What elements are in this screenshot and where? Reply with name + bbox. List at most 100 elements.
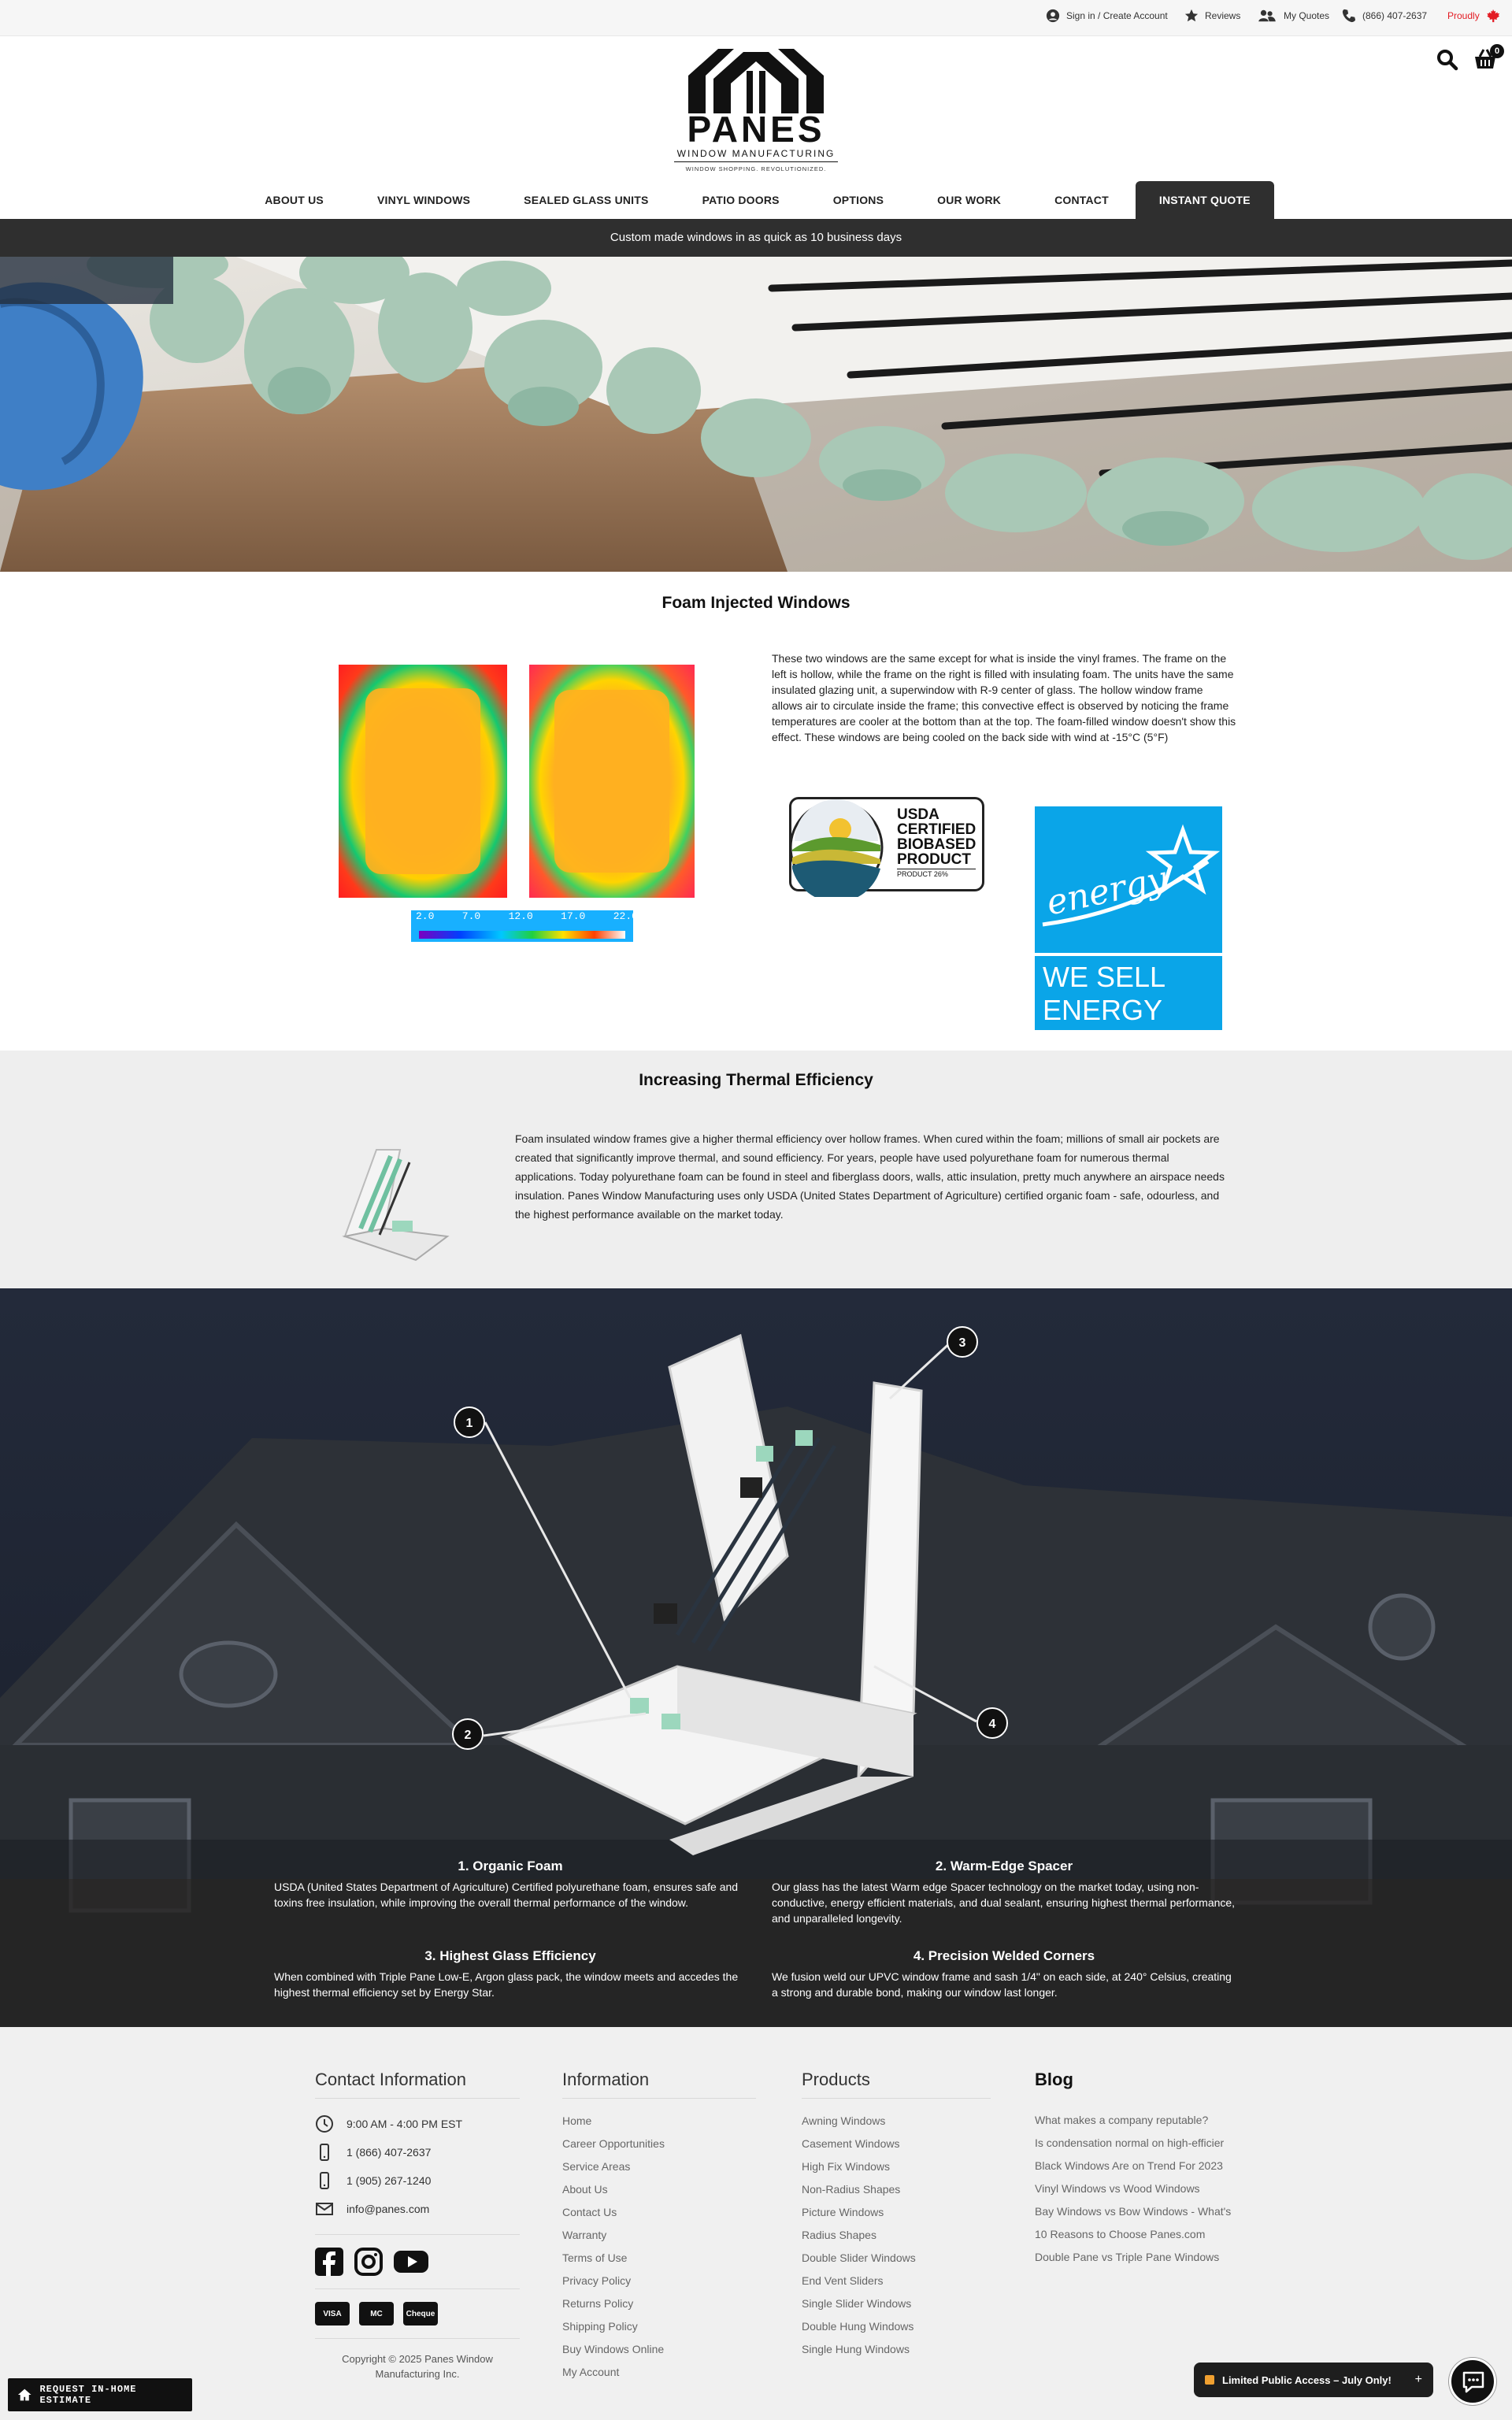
nav-options[interactable]: OPTIONS <box>806 181 910 219</box>
sign-in-link[interactable]: Sign in / Create Account <box>1046 0 1168 32</box>
request-estimate-label: REQUEST IN-HOME ESTIMATE <box>39 2384 137 2406</box>
footer-product-link[interactable]: Casement Windows <box>802 2133 991 2155</box>
feature-text: When combined with Triple Pane Low-E, Ar… <box>274 1970 739 1999</box>
instagram-icon[interactable] <box>354 2248 383 2276</box>
feature-title: 4. Precision Welded Corners <box>913 1948 1095 1963</box>
footer-blog-link[interactable]: 10 Reasons to Choose Panes.com <box>1035 2223 1247 2246</box>
footer-link-buy-online[interactable]: Buy Windows Online <box>562 2338 756 2361</box>
thermal-scale-labels: 2.0 7.0 12.0 17.0 22.0 <box>416 910 638 922</box>
feature-text: We fusion weld our UPVC window frame and… <box>772 1970 1232 1999</box>
feature-text: Our glass has the latest Warm edge Space… <box>772 1881 1236 1925</box>
feature-title: 2. Warm-Edge Spacer <box>935 1859 1073 1873</box>
energy-star-badge: energy WE SELL ENERGY STAR <box>1035 806 1222 1059</box>
footer-blog-link[interactable]: Vinyl Windows vs Wood Windows <box>1035 2177 1247 2200</box>
nav-sealed-glass-units[interactable]: SEALED GLASS UNITS <box>497 181 675 219</box>
callout-1[interactable]: 1 <box>454 1406 485 1438</box>
footer-product-link[interactable]: Radius Shapes <box>802 2224 991 2247</box>
request-estimate-button[interactable]: REQUEST IN-HOME ESTIMATE <box>8 2378 192 2411</box>
footer-product-link[interactable]: Awning Windows <box>802 2110 991 2133</box>
nav-our-work[interactable]: OUR WORK <box>910 181 1028 219</box>
footer-product-link[interactable]: Double Hung Windows <box>802 2315 991 2338</box>
top-utility-bar: Sign in / Create Account Reviews My Quot… <box>0 0 1512 36</box>
footer-link-service-areas[interactable]: Service Areas <box>562 2155 756 2178</box>
mastercard-icon: MC <box>359 2302 394 2325</box>
footer-product-link[interactable]: Double Slider Windows <box>802 2247 991 2270</box>
footer-link-warranty[interactable]: Warranty <box>562 2224 756 2247</box>
home-icon <box>17 2388 32 2401</box>
social-links <box>315 2234 520 2276</box>
footer-link-contact[interactable]: Contact Us <box>562 2201 756 2224</box>
footer-link-privacy[interactable]: Privacy Policy <box>562 2270 756 2292</box>
plus-icon[interactable]: + <box>1415 2373 1422 2387</box>
house-background <box>0 1288 1512 2027</box>
footer-link-my-account[interactable]: My Account <box>562 2361 756 2384</box>
footer-link-shipping[interactable]: Shipping Policy <box>562 2315 756 2338</box>
user-circle-icon <box>1046 9 1060 23</box>
callout-3[interactable]: 3 <box>947 1326 978 1358</box>
contact-email[interactable]: info@panes.com <box>315 2195 520 2223</box>
facebook-icon[interactable] <box>315 2248 343 2276</box>
reviews-link[interactable]: Reviews <box>1184 0 1240 32</box>
usda-text: USDA CERTIFIED BIOBASED PRODUCT PRODUCT … <box>897 807 976 879</box>
footer-blog-link[interactable]: Double Pane vs Triple Pane Windows <box>1035 2246 1247 2269</box>
phone-link[interactable]: (866) 407-2637 <box>1342 0 1427 32</box>
usda-line: USDA <box>897 806 939 823</box>
proudly-label: Proudly <box>1447 10 1480 21</box>
feature-text: USDA (United States Department of Agricu… <box>274 1881 739 1909</box>
footer-product-link[interactable]: High Fix Windows <box>802 2155 991 2178</box>
proudly-badge: Proudly <box>1447 0 1500 32</box>
logo-mark <box>688 49 824 113</box>
footer-product-link[interactable]: Non-Radius Shapes <box>802 2178 991 2201</box>
panes-logo[interactable]: PANES WINDOW MANUFACTURING WINDOW SHOPPI… <box>674 44 838 175</box>
my-quotes-link[interactable]: My Quotes <box>1257 0 1329 32</box>
usda-biobased-badge: USDA CERTIFIED BIOBASED PRODUCT PRODUCT … <box>789 797 984 897</box>
foam-frame-photo <box>0 257 1512 572</box>
footer-link-returns[interactable]: Returns Policy <box>562 2292 756 2315</box>
footer-product-link[interactable]: Picture Windows <box>802 2201 991 2224</box>
cheque-icon: Cheque <box>403 2302 438 2325</box>
contact-phone-2[interactable]: 1 (905) 267-1240 <box>315 2166 520 2195</box>
chat-button[interactable] <box>1449 2358 1496 2405</box>
energy-line: WE SELL <box>1043 961 1166 993</box>
promo-bar[interactable]: Limited Public Access – July Only! + <box>1194 2363 1433 2397</box>
callout-2[interactable]: 2 <box>452 1718 484 1750</box>
site-footer: Contact Information 9:00 AM - 4:00 PM ES… <box>0 2027 1512 2420</box>
scale-label: 17.0 <box>561 910 586 922</box>
feature-welded-corners: 4. Precision Welded Corners We fusion we… <box>772 1948 1236 2000</box>
footer-blog-link[interactable]: Black Windows Are on Trend For 2023 <box>1035 2155 1247 2177</box>
footer-blog-link[interactable]: Bay Windows vs Bow Windows - What's <box>1035 2200 1247 2223</box>
foam-description: These two windows are the same except fo… <box>772 652 1236 743</box>
contact-phone-1[interactable]: 1 (866) 407-2637 <box>315 2138 520 2166</box>
thermal-description: Foam insulated window frames give a high… <box>515 1132 1225 1221</box>
scale-label: 2.0 <box>416 910 435 922</box>
footer-information-column: Information Home Career Opportunities Se… <box>562 2070 756 2384</box>
usda-line: CERTIFIED <box>897 821 976 838</box>
callout-4[interactable]: 4 <box>976 1707 1008 1739</box>
footer-link-terms[interactable]: Terms of Use <box>562 2247 756 2270</box>
nav-patio-doors[interactable]: PATIO DOORS <box>676 181 806 219</box>
feature-title: 1. Organic Foam <box>458 1859 563 1873</box>
nav-about-us[interactable]: ABOUT US <box>238 181 350 219</box>
main-nav: ABOUT US VINYL WINDOWS SEALED GLASS UNIT… <box>0 181 1512 219</box>
footer-product-link[interactable]: Single Hung Windows <box>802 2338 991 2361</box>
phone-label: (866) 407-2637 <box>1362 10 1428 21</box>
footer-blog-link[interactable]: What makes a company reputable? <box>1035 2109 1247 2132</box>
nav-contact[interactable]: CONTACT <box>1028 181 1136 219</box>
cart-button[interactable]: 0 <box>1473 44 1504 72</box>
footer-product-link[interactable]: Single Slider Windows <box>802 2292 991 2315</box>
search-icon[interactable] <box>1436 49 1458 71</box>
footer-blog-link[interactable]: Is condensation normal on high-efficier <box>1035 2132 1247 2155</box>
nav-instant-quote-button[interactable]: INSTANT QUOTE <box>1135 181 1274 219</box>
copyright: Copyright © 2025 Panes Window Manufactur… <box>315 2338 520 2381</box>
scale-label: 12.0 <box>508 910 533 922</box>
nav-vinyl-windows[interactable]: VINYL WINDOWS <box>350 181 497 219</box>
footer-link-careers[interactable]: Career Opportunities <box>562 2133 756 2155</box>
visa-icon: VISA <box>315 2302 350 2325</box>
footer-product-link[interactable]: End Vent Sliders <box>802 2270 991 2292</box>
phone2-text: 1 (905) 267-1240 <box>346 2174 432 2187</box>
reviews-label: Reviews <box>1205 10 1241 21</box>
youtube-icon[interactable] <box>394 2248 428 2276</box>
footer-link-home[interactable]: Home <box>562 2110 756 2133</box>
footer-contact-column: Contact Information 9:00 AM - 4:00 PM ES… <box>315 2070 520 2381</box>
footer-link-about[interactable]: About Us <box>562 2178 756 2201</box>
